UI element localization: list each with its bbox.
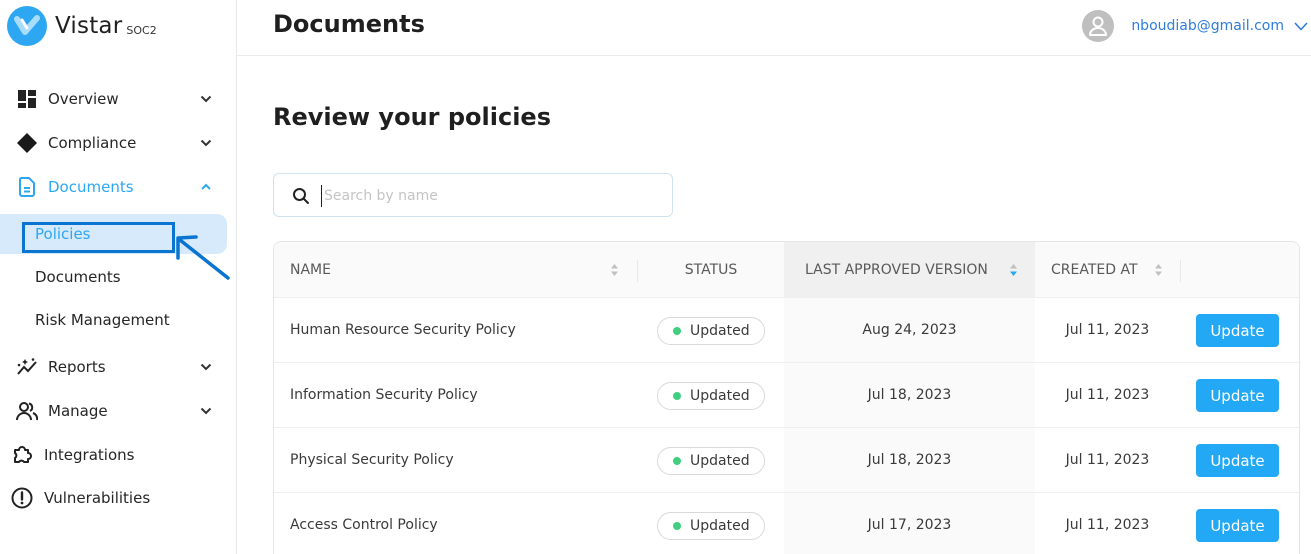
chevron-down-icon[interactable] xyxy=(199,92,213,106)
status-dot-icon xyxy=(673,392,681,400)
policy-name[interactable]: Human Resource Security Policy xyxy=(290,298,516,362)
status-badge: Updated xyxy=(657,382,765,410)
status-badge: Updated xyxy=(657,447,765,475)
sidebar-subitem-label: Documents xyxy=(35,268,121,286)
column-header-label: STATUS xyxy=(684,262,738,278)
last-approved-date: Jul 17, 2023 xyxy=(867,517,952,533)
created-at-date: Jul 11, 2023 xyxy=(1065,452,1150,468)
column-header-last-approved[interactable]: LAST APPROVED VERSION xyxy=(784,242,1035,298)
diamond-icon xyxy=(16,132,38,154)
policy-name[interactable]: Access Control Policy xyxy=(290,493,438,554)
document-icon xyxy=(16,176,38,198)
sidebar-item-label: Reports xyxy=(48,358,106,376)
column-header-label: CREATED AT xyxy=(1051,262,1138,278)
chevron-down-icon[interactable] xyxy=(199,136,213,150)
last-approved-date: Jul 18, 2023 xyxy=(867,452,952,468)
table-header: NAME STATUS LAST APPROVED VERSION CREATE… xyxy=(274,242,1299,298)
status-badge: Updated xyxy=(657,317,765,345)
table-row[interactable]: Physical Security Policy Updated Jul 18,… xyxy=(274,428,1299,493)
sparkle-chart-icon xyxy=(16,356,38,378)
status-badge: Updated xyxy=(657,512,765,540)
search-box xyxy=(273,173,673,217)
puzzle-icon xyxy=(11,444,33,466)
column-separator xyxy=(1180,260,1181,282)
vistar-logo-icon xyxy=(7,6,47,46)
sidebar-item-overview[interactable]: Overview xyxy=(0,79,236,119)
chevron-up-icon[interactable] xyxy=(199,180,213,194)
sidebar-item-label: Integrations xyxy=(44,446,135,464)
search-input[interactable] xyxy=(321,185,651,207)
chevron-down-icon[interactable] xyxy=(199,404,213,418)
alert-circle-icon xyxy=(11,487,33,509)
users-icon xyxy=(16,400,38,422)
status-dot-icon xyxy=(673,522,681,530)
policy-name[interactable]: Physical Security Policy xyxy=(290,428,454,492)
column-header-created-at[interactable]: CREATED AT xyxy=(1035,242,1180,298)
column-header-status: STATUS xyxy=(638,242,784,298)
status-text: Updated xyxy=(690,518,750,534)
sidebar-subitem-label: Policies xyxy=(35,225,91,243)
sidebar-subitem-policies[interactable]: Policies xyxy=(0,214,227,254)
status-dot-icon xyxy=(673,327,681,335)
search-icon xyxy=(293,188,309,204)
status-text: Updated xyxy=(690,388,750,404)
sidebar-item-label: Vulnerabilities xyxy=(44,489,151,507)
sidebar-subitem-risk-management[interactable]: Risk Management xyxy=(0,300,236,340)
table-row[interactable]: Access Control Policy Updated Jul 17, 20… xyxy=(274,493,1299,554)
section-title: Review your policies xyxy=(273,103,551,131)
brand-logo[interactable]: Vistar SOC2 xyxy=(7,6,157,46)
column-header-name[interactable]: NAME xyxy=(290,242,620,298)
sidebar-subitem-documents[interactable]: Documents xyxy=(0,257,236,297)
user-menu[interactable]: nboudiab@gmail.com xyxy=(1082,10,1311,42)
status-dot-icon xyxy=(673,457,681,465)
update-button[interactable]: Update xyxy=(1196,509,1279,542)
created-at-date: Jul 11, 2023 xyxy=(1065,517,1150,533)
update-button[interactable]: Update xyxy=(1196,444,1279,477)
sidebar-item-label: Manage xyxy=(48,402,108,420)
created-at-date: Jul 11, 2023 xyxy=(1065,322,1150,338)
chevron-down-icon[interactable] xyxy=(1294,19,1308,33)
sidebar-item-integrations[interactable]: Integrations xyxy=(0,435,236,475)
dashboard-icon xyxy=(16,88,38,110)
sort-icon[interactable] xyxy=(610,263,619,277)
sort-descending-icon[interactable] xyxy=(1009,263,1018,277)
top-header: Documents nboudiab@gmail.com xyxy=(237,0,1311,56)
chevron-down-icon[interactable] xyxy=(199,360,213,374)
sidebar-item-compliance[interactable]: Compliance xyxy=(0,123,236,163)
update-button[interactable]: Update xyxy=(1196,314,1279,347)
brand-sub: SOC2 xyxy=(126,23,157,37)
brand-name: Vistar xyxy=(55,13,123,39)
sidebar: Vistar SOC2 Overview Compliance Document… xyxy=(0,0,237,554)
column-header-label: LAST APPROVED VERSION xyxy=(805,262,988,278)
policies-table: NAME STATUS LAST APPROVED VERSION CREATE… xyxy=(273,241,1300,554)
last-approved-date: Jul 18, 2023 xyxy=(867,387,952,403)
sidebar-subitem-label: Risk Management xyxy=(35,311,170,329)
sidebar-item-manage[interactable]: Manage xyxy=(0,391,236,431)
sidebar-item-reports[interactable]: Reports xyxy=(0,347,236,387)
status-text: Updated xyxy=(690,453,750,469)
table-row[interactable]: Human Resource Security Policy Updated A… xyxy=(274,298,1299,363)
sidebar-item-label: Overview xyxy=(48,90,119,108)
update-button[interactable]: Update xyxy=(1196,379,1279,412)
created-at-date: Jul 11, 2023 xyxy=(1065,387,1150,403)
status-text: Updated xyxy=(690,323,750,339)
avatar[interactable] xyxy=(1082,10,1115,42)
column-header-label: NAME xyxy=(290,262,331,278)
sidebar-item-vulnerabilities[interactable]: Vulnerabilities xyxy=(0,478,236,518)
table-row[interactable]: Information Security Policy Updated Jul … xyxy=(274,363,1299,428)
last-approved-date: Aug 24, 2023 xyxy=(862,322,957,338)
sidebar-item-label: Compliance xyxy=(48,134,137,152)
sort-icon[interactable] xyxy=(1154,263,1163,277)
sidebar-item-label: Documents xyxy=(48,178,134,196)
policy-name[interactable]: Information Security Policy xyxy=(290,363,478,427)
user-email[interactable]: nboudiab@gmail.com xyxy=(1131,18,1284,34)
page-title: Documents xyxy=(273,10,425,38)
sidebar-item-documents[interactable]: Documents xyxy=(0,167,236,207)
